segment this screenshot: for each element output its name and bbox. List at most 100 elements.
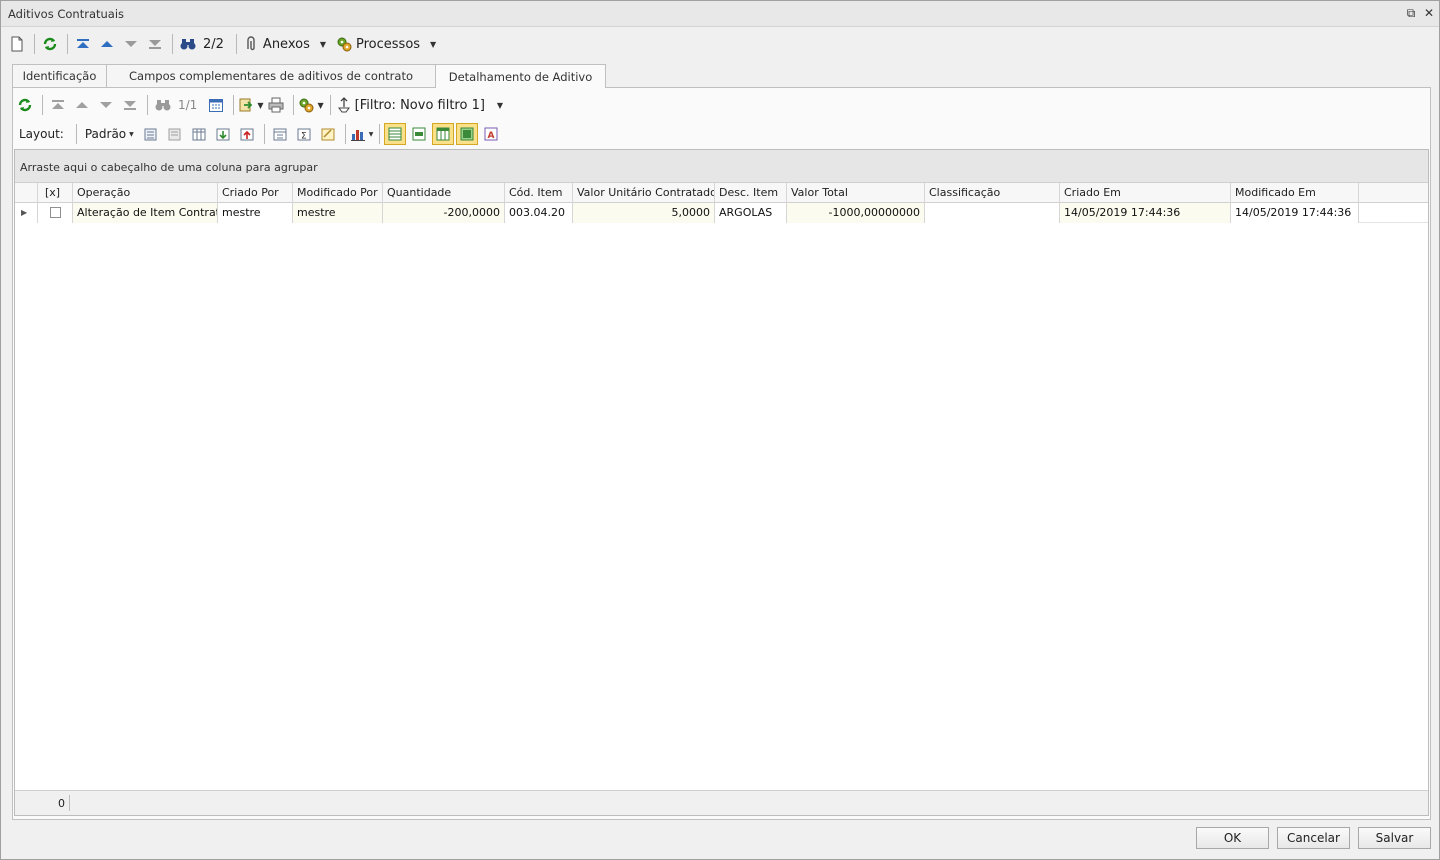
group-panel[interactable]: Arraste aqui o cabeçalho de uma coluna p… — [15, 150, 1428, 183]
refresh-icon[interactable] — [39, 33, 61, 55]
tab-identificacao[interactable]: Identificação — [12, 64, 107, 87]
cell-classificacao[interactable] — [925, 203, 1060, 223]
chevron-down-icon: ▼ — [257, 100, 264, 110]
window: Aditivos Contratuais ⧉ ✕ 2/2 Anexos ▼ Pr… — [0, 0, 1440, 860]
grid-view-toggle[interactable] — [384, 123, 407, 145]
last-record-icon[interactable] — [144, 33, 166, 55]
cell-valor-unitario[interactable]: 5,0000 — [573, 203, 715, 223]
column-header[interactable]: [x] — [38, 183, 73, 203]
font-style-icon[interactable]: A — [480, 123, 502, 145]
toolbar-separator — [34, 34, 35, 54]
column-header[interactable]: Valor Total — [787, 183, 925, 203]
footer-count: 0 — [58, 797, 65, 810]
sum-totals-icon[interactable]: Σ — [293, 123, 315, 145]
print-icon[interactable] — [265, 94, 287, 116]
filter-button[interactable]: [Filtro: Novo filtro 1] ▼ — [335, 94, 505, 116]
columns-layout-icon[interactable] — [188, 123, 210, 145]
save-button[interactable]: Salvar — [1358, 827, 1431, 849]
card-view-icon[interactable] — [408, 123, 430, 145]
cell-quantidade[interactable]: -200,0000 — [383, 203, 505, 223]
chevron-down-icon: ▼ — [317, 100, 324, 110]
column-header[interactable]: Criado Por — [218, 183, 293, 203]
gears-icon — [337, 37, 352, 52]
layout-select[interactable]: Padrão ▼ — [81, 123, 138, 145]
table-row[interactable]: ▶ Alteração de Item Contrat... mestre me… — [15, 203, 1428, 223]
tab-detalhamento[interactable]: Detalhamento de Aditivo — [435, 64, 606, 88]
column-header[interactable]: Cód. Item — [505, 183, 573, 203]
cell-valor-total[interactable]: -1000,00000000 — [787, 203, 925, 223]
first-record-icon[interactable] — [47, 94, 69, 116]
record-counter: 2/2 — [203, 36, 224, 52]
first-record-icon[interactable] — [72, 33, 94, 55]
previous-record-icon[interactable] — [96, 33, 118, 55]
export-layout-icon[interactable] — [236, 123, 258, 145]
format-rules-icon[interactable] — [317, 123, 339, 145]
new-document-icon[interactable] — [6, 33, 28, 55]
column-chooser-icon[interactable] — [269, 123, 291, 145]
export-icon[interactable]: ▼ — [238, 94, 263, 116]
column-header[interactable]: Classificação — [925, 183, 1060, 203]
auto-filter-toggle[interactable] — [432, 123, 455, 145]
toolbar-separator — [293, 95, 295, 115]
title-bar: Aditivos Contratuais ⧉ ✕ — [1, 1, 1439, 27]
band-view-toggle[interactable] — [456, 123, 479, 145]
column-header[interactable]: Modificado Em — [1231, 183, 1359, 203]
search-binoculars-icon[interactable] — [177, 33, 199, 55]
grid-record-counter: 1/1 — [178, 98, 198, 112]
row-checkbox-cell[interactable] — [38, 203, 73, 223]
toolbar-separator — [233, 95, 235, 115]
attachments-button[interactable]: Anexos ▼ — [241, 33, 328, 55]
tab-campos-complementares[interactable]: Campos complementares de aditivos de con… — [106, 64, 436, 87]
cell-cod-item[interactable]: 003.04.20 — [505, 203, 573, 223]
filter-icon — [337, 97, 350, 113]
import-layout-icon[interactable] — [212, 123, 234, 145]
cell-criado-em[interactable]: 14/05/2019 17:44:36 — [1060, 203, 1231, 223]
layout-toolbar: Layout: Padrão ▼ Σ ▼ A — [19, 123, 504, 145]
cell-criado-por[interactable]: mestre — [218, 203, 293, 223]
cancel-button[interactable]: Cancelar — [1277, 827, 1350, 849]
column-header[interactable]: Modificado Por — [293, 183, 383, 203]
column-header[interactable]: Operação — [73, 183, 218, 203]
grid-processes-icon[interactable]: ▼ — [298, 94, 324, 116]
refresh-icon[interactable] — [14, 94, 36, 116]
toolbar-separator — [329, 95, 331, 115]
restore-icon[interactable]: ⧉ — [1403, 5, 1419, 21]
search-binoculars-icon[interactable] — [152, 94, 174, 116]
window-title: Aditivos Contratuais — [8, 7, 125, 21]
previous-record-icon[interactable] — [71, 94, 93, 116]
row-checkbox[interactable] — [50, 207, 61, 218]
data-grid: Arraste aqui o cabeçalho de uma coluna p… — [14, 149, 1429, 816]
grid-footer: 0 — [15, 790, 1428, 815]
toolbar-separator — [75, 124, 77, 144]
next-record-icon[interactable] — [95, 94, 117, 116]
auto-filter-icon — [436, 127, 450, 141]
cell-operacao[interactable]: Alteração de Item Contrat... — [73, 203, 218, 223]
processes-button[interactable]: Processos ▼ — [334, 33, 438, 55]
cell-modificado-por[interactable]: mestre — [293, 203, 383, 223]
band-view-icon — [460, 127, 474, 141]
calendar-grid-icon[interactable] — [205, 94, 227, 116]
chart-icon[interactable]: ▼ — [350, 123, 373, 145]
save-layout-icon[interactable] — [140, 123, 162, 145]
chevron-down-icon: ▼ — [496, 100, 504, 110]
last-record-icon[interactable] — [119, 94, 141, 116]
toolbar-separator — [344, 124, 346, 144]
cell-desc-item[interactable]: ARGOLAS — [715, 203, 787, 223]
footer-separator — [69, 795, 70, 811]
close-icon[interactable]: ✕ — [1421, 5, 1437, 21]
grid-view-icon — [388, 127, 402, 141]
main-toolbar: 2/2 Anexos ▼ Processos ▼ — [6, 32, 440, 56]
delete-layout-icon[interactable] — [164, 123, 186, 145]
processes-label: Processos — [356, 36, 421, 52]
column-header[interactable]: Desc. Item — [715, 183, 787, 203]
next-record-icon[interactable] — [120, 33, 142, 55]
cell-modificado-em[interactable]: 14/05/2019 17:44:36 — [1231, 203, 1359, 223]
column-header[interactable]: Valor Unitário Contratado — [573, 183, 715, 203]
toolbar-separator — [67, 34, 68, 54]
column-header[interactable]: Criado Em — [1060, 183, 1231, 203]
svg-text:Σ: Σ — [301, 132, 307, 142]
filter-label: [Filtro: Novo filtro 1] — [354, 97, 485, 113]
toolbar-separator — [147, 95, 148, 115]
column-header[interactable]: Quantidade — [383, 183, 505, 203]
ok-button[interactable]: OK — [1196, 827, 1269, 849]
